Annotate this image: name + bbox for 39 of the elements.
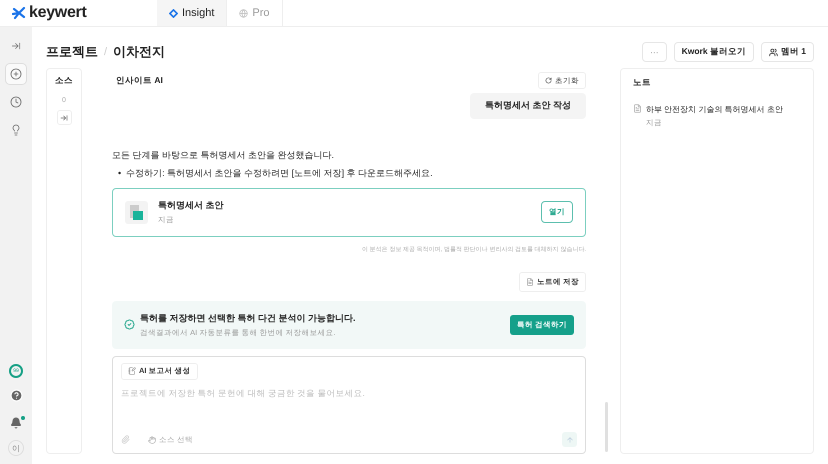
breadcrumb-link[interactable]: 프로젝트 (46, 43, 98, 61)
plus-icon (10, 68, 22, 80)
panel-title: 인사이트 AI (116, 74, 163, 86)
globe-icon (239, 8, 248, 18)
report-icon (128, 367, 136, 376)
more-button[interactable]: ··· (642, 42, 667, 62)
bell-icon (10, 417, 22, 429)
people-icon (768, 48, 778, 56)
brand-name: keywert (29, 4, 86, 22)
clock-icon (10, 96, 22, 108)
note-icon (633, 104, 642, 113)
new-chat-button[interactable] (5, 63, 27, 85)
refresh-icon (545, 77, 552, 84)
breadcrumb-separator: / (104, 46, 108, 58)
note-icon (526, 278, 534, 286)
collapse-icon (11, 41, 21, 51)
expand-button[interactable] (56, 110, 72, 125)
members-button[interactable]: 멤버 1 (760, 42, 814, 62)
import-button[interactable]: Kwork 불러오기 (674, 42, 754, 62)
answer-text: 모든 단계를 바탕으로 특허명세서 초안을 완성했습니다. (112, 149, 336, 162)
lightbulb-icon (10, 124, 22, 136)
logo-icon (12, 6, 26, 20)
bullet-text: 수정하기: 특허명세서 초안을 수정하려면 [노트에 저장] 후 다운로드해주세요. (126, 168, 433, 180)
arrow-up-icon (566, 436, 574, 444)
document-icon (125, 200, 148, 224)
hand-icon (148, 436, 156, 444)
help-icon (10, 388, 22, 402)
diamond-icon (169, 8, 178, 18)
badge-icon (124, 319, 135, 330)
bullet-marker: • (118, 168, 122, 180)
note-title[interactable]: 하부 안전장치 기술의 특허명세서 초안 (646, 104, 801, 115)
document-title: 특허명세서 초안 (158, 199, 225, 212)
panel-title: 소스 (55, 75, 73, 87)
tip-title: 특허를 저장하면 선택한 특허 다건 분석이 가능합니다. (140, 312, 357, 325)
user-message: 특허명세서 초안 작성 (470, 93, 586, 119)
project-title: 이차전지 (113, 43, 166, 61)
expand-icon (60, 114, 68, 122)
nav-tab[interactable]: Insight (157, 0, 228, 26)
panel-title: 노트 (633, 77, 652, 89)
